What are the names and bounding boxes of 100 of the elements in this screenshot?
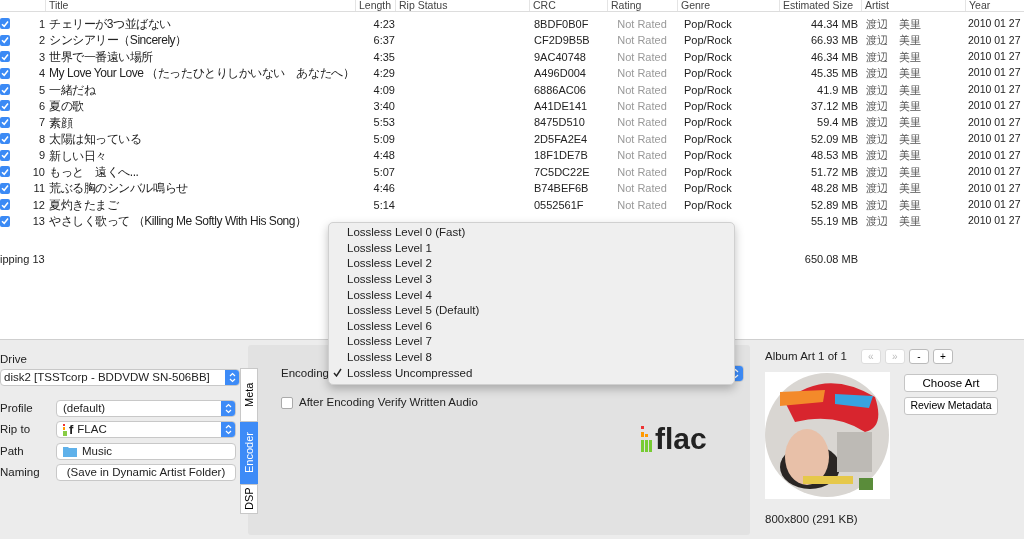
stepper-icon (221, 400, 235, 416)
track-number: 8 (37, 131, 45, 147)
table-cell-text: Not Rated (616, 49, 668, 65)
track-checkbox[interactable] (0, 18, 10, 30)
menu-item[interactable]: Lossless Level 8 (329, 349, 734, 366)
menu-item[interactable]: Lossless Uncompressed (329, 365, 734, 381)
table-cell-text: 渡辺 美里 (865, 148, 922, 164)
table-cell-text: 52.09 MB (809, 131, 859, 147)
column-header[interactable]: CRC (529, 0, 607, 11)
track-checkbox[interactable] (0, 166, 10, 178)
track-number: 2 (37, 33, 45, 49)
table-cell-text: 51.72 MB (809, 164, 859, 180)
table-cell-text: Not Rated (616, 82, 668, 98)
flac-logo-text: flac (655, 425, 707, 452)
track-checkbox[interactable] (0, 84, 10, 95)
profile-select[interactable]: (default) (56, 399, 236, 417)
naming-button[interactable]: (Save in Dynamic Artist Folder) (56, 464, 236, 482)
track-number: 12 (31, 197, 45, 213)
column-header[interactable]: Rating (607, 0, 677, 11)
column-header[interactable]: Length (355, 0, 395, 11)
column-header[interactable]: Title (45, 0, 355, 11)
table-cell-text: 48.28 MB (809, 181, 859, 197)
table-cell-text: Pop/Rock (683, 98, 733, 114)
choose-art-button[interactable]: Choose Art (904, 374, 998, 393)
track-checkbox[interactable] (0, 182, 10, 194)
track-checkbox[interactable] (0, 67, 10, 79)
track-checkbox[interactable] (0, 215, 10, 227)
column-header[interactable]: Year (965, 0, 1024, 11)
column-header[interactable]: Estimated Size (779, 0, 861, 11)
menu-item[interactable]: Lossless Level 3 (329, 271, 734, 288)
table-cell-text: Pop/Rock (683, 82, 733, 98)
table-cell-text: 4:29 (372, 66, 395, 82)
table-cell-text: 2010 01 27 (967, 147, 1022, 163)
path-field[interactable]: Music (56, 442, 236, 460)
table-cell-text: 2010 01 27 (967, 131, 1022, 147)
column-header[interactable]: Rip Status (395, 0, 529, 11)
column-header[interactable]: Genre (677, 0, 779, 11)
table-cell-text: 4:46 (372, 181, 395, 197)
track-number: 9 (37, 148, 45, 164)
table-cell-text: 6:37 (372, 33, 395, 49)
side-tab[interactable]: Meta (240, 368, 258, 422)
album-art-title: Album Art 1 of 1 (765, 349, 847, 364)
field-label: Rip to (0, 422, 32, 438)
menu-item[interactable]: Lossless Level 2 (329, 256, 734, 272)
track-checkbox[interactable] (0, 133, 10, 145)
stepper-icon (221, 422, 235, 438)
track-checkbox[interactable] (0, 51, 10, 63)
table-cell-text: 18F1DE7B (533, 148, 589, 164)
table-cell-text: 渡辺 美里 (865, 98, 922, 114)
table-cell-text: 荒ぶる胸のシンバル鳴らせ (48, 180, 189, 198)
track-number: 6 (37, 98, 45, 114)
column-header[interactable]: Artist (861, 0, 965, 11)
table-cell-text: 8475D510 (533, 115, 586, 131)
table-cell-text: 渡辺 美里 (865, 214, 922, 229)
table-cell-text: 4:23 (372, 16, 395, 32)
table-cell-text: 45.35 MB (809, 66, 859, 82)
table-cell-text: 世界で一番遠い場所 (48, 48, 154, 66)
track-checkbox[interactable] (0, 199, 10, 211)
table-cell-text: 2010 01 27 (967, 81, 1022, 97)
table-cell-text: 4:09 (372, 82, 395, 98)
table-cell-text: B74BEF6B (533, 181, 590, 197)
drive-select[interactable]: disk2 [TSSTcorp - BDDVDW SN-506BB] (0, 369, 240, 387)
table-cell-text: 6886AC06 (533, 82, 587, 98)
table-cell-text: 渡辺 美里 (865, 16, 922, 32)
verify-checkbox[interactable] (281, 396, 293, 409)
art-nav-button[interactable]: - (908, 349, 929, 365)
table-cell-text: Not Rated (616, 148, 668, 164)
menu-item[interactable]: Lossless Level 0 (Fast) (329, 225, 734, 241)
table-cell-text: 渡辺 美里 (865, 164, 922, 180)
menu-item[interactable]: Lossless Level 7 (329, 334, 734, 350)
menu-item[interactable]: Lossless Level 4 (329, 287, 734, 303)
table-cell-text: Pop/Rock (683, 66, 733, 82)
table-cell-text: 2010 01 27 (967, 114, 1022, 130)
table-cell-text: 2010 01 27 (967, 180, 1022, 196)
menu-item[interactable]: Lossless Level 6 (329, 318, 734, 335)
table-cell-text: Pop/Rock (683, 16, 733, 32)
table-cell-text: 0552561F (533, 197, 585, 213)
track-checkbox[interactable] (0, 100, 10, 112)
track-checkbox[interactable] (0, 116, 10, 128)
track-checkbox[interactable] (0, 34, 10, 46)
table-cell-text: Pop/Rock (683, 115, 733, 131)
table-cell-text: 44.34 MB (809, 16, 859, 32)
table-cell-text: Pop/Rock (683, 49, 733, 65)
table-cell-text: 新しい日々 (48, 147, 108, 165)
table-cell-text: 渡辺 美里 (865, 33, 922, 49)
table-cell-text: Pop/Rock (683, 181, 733, 197)
table-cell-text: もっと 遠くへ... (48, 163, 140, 181)
review-metadata-button[interactable]: Review Metadata (904, 397, 998, 416)
side-tab[interactable]: DSP (240, 484, 258, 514)
art-nav-button[interactable]: + (932, 349, 953, 365)
table-cell-text: 3:40 (372, 98, 395, 114)
format-select[interactable]: f FLAC (56, 421, 236, 439)
track-checkbox[interactable] (0, 149, 10, 161)
table-cell-text: Not Rated (616, 115, 668, 131)
table-cell-text: 5:09 (372, 131, 395, 147)
table-cell-text: 41.9 MB (816, 82, 859, 98)
menu-item[interactable]: Lossless Level 5 (Default) (329, 302, 734, 319)
table-cell-text: 9AC40748 (533, 49, 587, 65)
table-cell-text: Pop/Rock (683, 33, 733, 49)
menu-item[interactable]: Lossless Level 1 (329, 240, 734, 257)
